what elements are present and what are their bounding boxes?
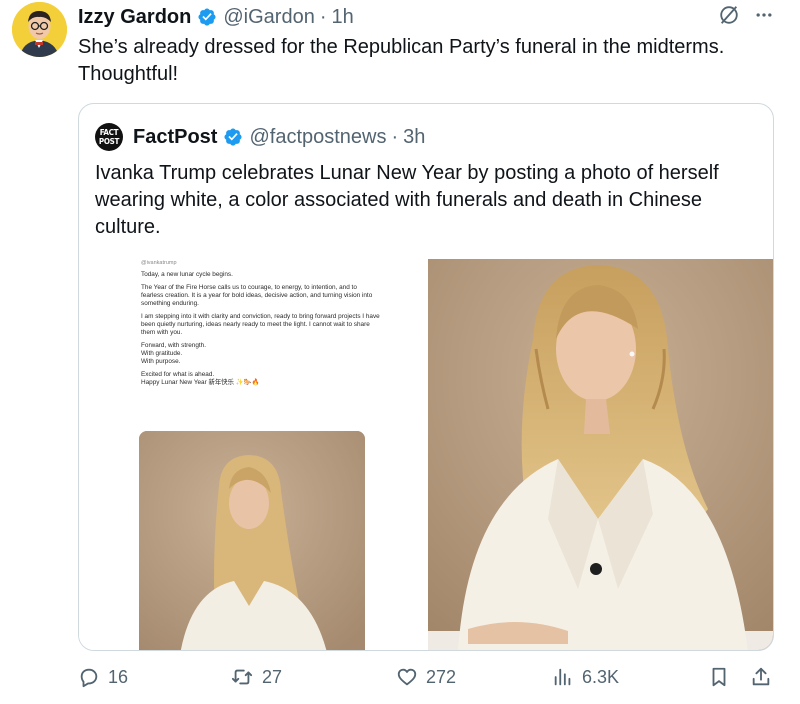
top-right-icons (718, 4, 774, 31)
reply-icon (78, 666, 100, 688)
screenshot-line: Excited for what is ahead. Happy Lunar N… (141, 371, 260, 386)
quoted-tweet-text: Ivanka Trump celebrates Lunar New Year b… (95, 162, 719, 238)
heart-icon (396, 666, 418, 688)
repost-count: 27 (262, 666, 283, 687)
views-count: 6.3K (582, 666, 620, 687)
quoted-separator-dot: · (391, 125, 399, 148)
grok-icon[interactable] (718, 4, 740, 31)
repost-icon (230, 666, 254, 688)
author-row: Izzy Gardon @iGardon · 1h (78, 4, 354, 30)
separator-dot: · (319, 5, 327, 28)
quoted-author-name[interactable]: FactPost (133, 126, 217, 149)
like-count: 272 (426, 666, 457, 687)
screenshot-photo (139, 431, 365, 650)
screenshot-line: The Year of the Fire Horse calls us to c… (141, 284, 373, 307)
author-avatar[interactable] (12, 2, 67, 57)
media-image-photo[interactable] (428, 259, 773, 650)
bookmark-icon (708, 666, 730, 688)
quoted-media: @ivankatrump Today, a new lunar cycle be… (79, 259, 773, 650)
quoted-tweet[interactable]: FACT POST FactPost @factpostnews · 3h Iva… (78, 103, 774, 651)
verified-badge-icon (197, 7, 217, 27)
screenshot-caption: @ivankatrump Today, a new lunar cycle be… (141, 259, 381, 392)
share-button[interactable] (750, 666, 772, 688)
factpost-logo: FACT POST (95, 123, 123, 151)
reply-count: 16 (108, 666, 129, 687)
share-icon (750, 666, 772, 688)
views-chart-icon (552, 666, 574, 688)
screenshot-handle: @ivankatrump (141, 260, 177, 266)
tweet: Izzy Gardon @iGardon · 1h She’s already … (0, 0, 800, 704)
post-time[interactable]: 1h (332, 6, 354, 29)
action-bar: 16 27 272 6.3K (78, 666, 778, 698)
like-button[interactable]: 272 (396, 666, 456, 688)
quoted-author-handle[interactable]: @factpostnews (249, 126, 386, 149)
quoted-post-time[interactable]: 3h (403, 126, 425, 149)
author-handle[interactable]: @iGardon (223, 6, 314, 29)
reply-button[interactable]: 16 (78, 666, 128, 688)
quoted-author-row: FACT POST FactPost @factpostnews · 3h (95, 122, 425, 152)
media-image-screenshot[interactable]: @ivankatrump Today, a new lunar cycle be… (79, 259, 424, 650)
screenshot-line: Forward, with strength. With gratitude. … (141, 342, 206, 365)
tweet-text: She’s already dressed for the Republican… (78, 36, 725, 85)
more-options-icon[interactable] (754, 5, 774, 30)
bookmark-button[interactable] (708, 666, 730, 688)
screenshot-line: I am stepping into it with clarity and c… (141, 313, 380, 336)
screenshot-line: Today, a new lunar cycle begins. (141, 271, 233, 278)
author-name[interactable]: Izzy Gardon (78, 6, 191, 29)
repost-button[interactable]: 27 (230, 666, 282, 688)
views-button[interactable]: 6.3K (552, 666, 619, 688)
quoted-verified-badge-icon (223, 127, 243, 147)
